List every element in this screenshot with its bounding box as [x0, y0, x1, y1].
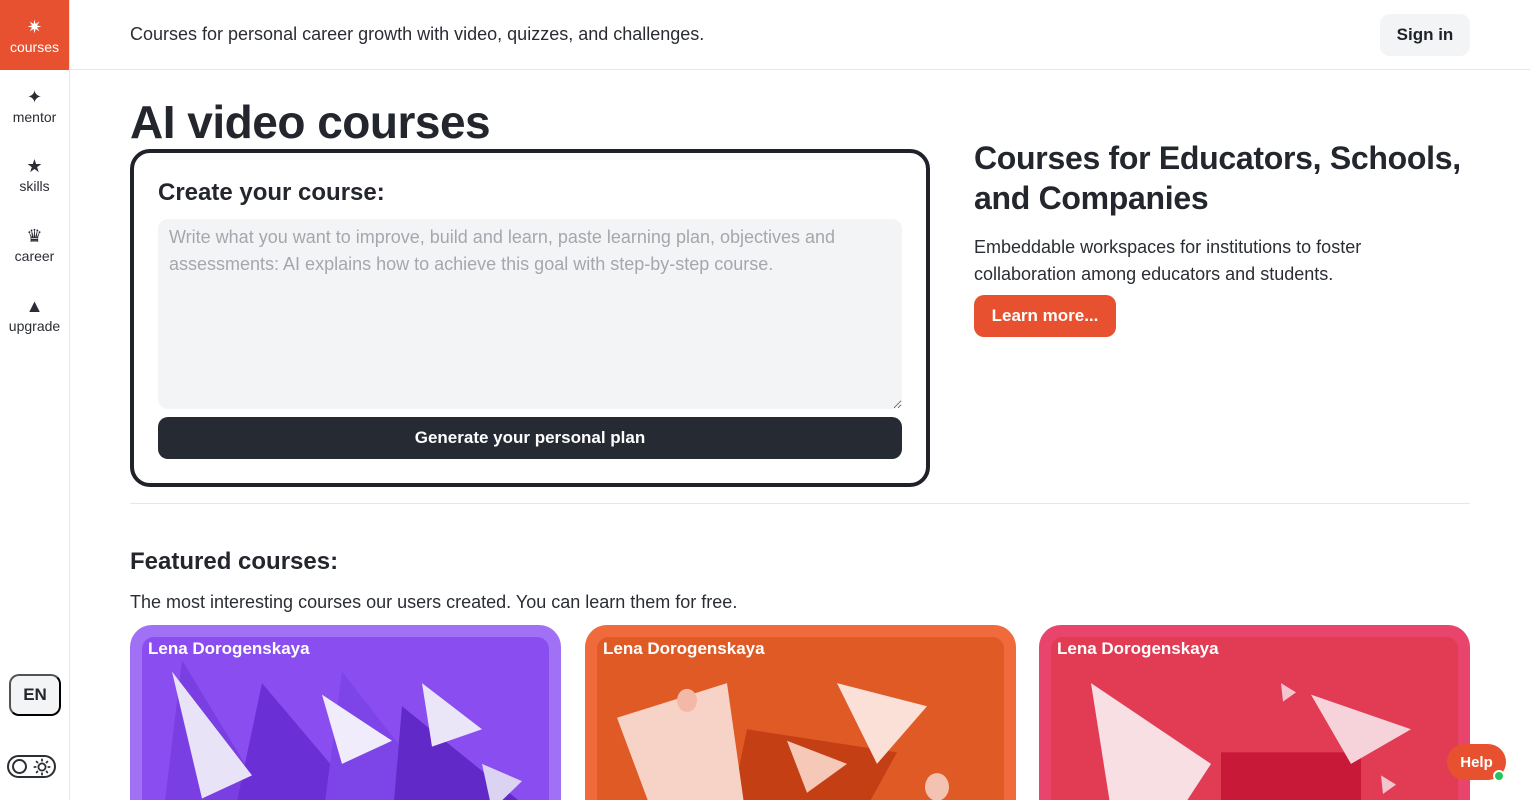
- course-cover-illustration: [142, 637, 549, 800]
- sidebar-item-label: upgrade: [8, 317, 61, 334]
- educators-description: Embeddable workspaces for institutions t…: [974, 237, 1362, 284]
- sidebar-item-skills[interactable]: ★ skills: [0, 139, 69, 209]
- course-cover-illustration: [1051, 637, 1458, 800]
- sidebar-item-career[interactable]: ♛ career: [0, 209, 69, 279]
- course-author: Lena Dorogenskaya: [148, 639, 310, 658]
- sidebar-item-mentor[interactable]: ✦ mentor: [0, 70, 69, 140]
- toggle-knob: [12, 759, 27, 774]
- sidebar-item-label: career: [14, 247, 55, 264]
- sidebar-item-courses[interactable]: ✷ courses: [0, 0, 69, 70]
- site-tagline: Courses for personal career growth with …: [130, 24, 705, 44]
- course-cover-illustration: [597, 637, 1004, 800]
- course-author: Lena Dorogenskaya: [603, 639, 765, 658]
- theme-toggle[interactable]: [7, 755, 56, 778]
- starburst-icon: ✷: [26, 16, 43, 37]
- course-card[interactable]: Lena Dorogenskaya: [585, 625, 1016, 800]
- top-header: Courses for personal career growth with …: [70, 0, 1530, 70]
- featured-courses-subtitle: The most interesting courses our users c…: [130, 592, 738, 612]
- course-cover: [597, 637, 1004, 800]
- section-divider: [130, 503, 1470, 504]
- sidebar: ✷ courses ✦ mentor ★ skills ♛ career ▲ u…: [0, 0, 70, 800]
- sidebar-item-label: mentor: [12, 108, 57, 125]
- sparkle-icon: ✦: [26, 86, 43, 107]
- star-icon: ★: [26, 155, 43, 176]
- featured-courses-title: Featured courses:: [130, 548, 339, 575]
- course-cover: [142, 637, 549, 800]
- educators-title: Courses for Educators, Schools, and Comp…: [974, 140, 1461, 216]
- sidebar-item-label: courses: [9, 38, 60, 55]
- triangle-up-icon: ▲: [25, 295, 44, 316]
- create-course-title: Create your course:: [158, 179, 385, 206]
- learn-more-button[interactable]: Learn more...: [974, 295, 1116, 337]
- page-title: AI video courses: [130, 96, 491, 148]
- course-author: Lena Dorogenskaya: [1057, 639, 1219, 658]
- sign-in-button[interactable]: Sign in: [1380, 14, 1470, 56]
- sun-icon: [33, 757, 51, 776]
- create-course-card: Create your course: Generate your person…: [130, 149, 930, 487]
- generate-plan-button[interactable]: Generate your personal plan: [158, 417, 902, 459]
- course-card[interactable]: Lena Dorogenskaya: [1039, 625, 1470, 800]
- sidebar-item-upgrade[interactable]: ▲ upgrade: [0, 279, 69, 349]
- course-goal-input[interactable]: [158, 219, 902, 409]
- online-status-dot: [1493, 770, 1505, 782]
- course-card[interactable]: Lena Dorogenskaya: [130, 625, 561, 800]
- course-cover: [1051, 637, 1458, 800]
- crown-icon: ♛: [26, 225, 43, 246]
- sidebar-item-label: skills: [19, 177, 50, 194]
- language-button[interactable]: EN: [9, 674, 61, 716]
